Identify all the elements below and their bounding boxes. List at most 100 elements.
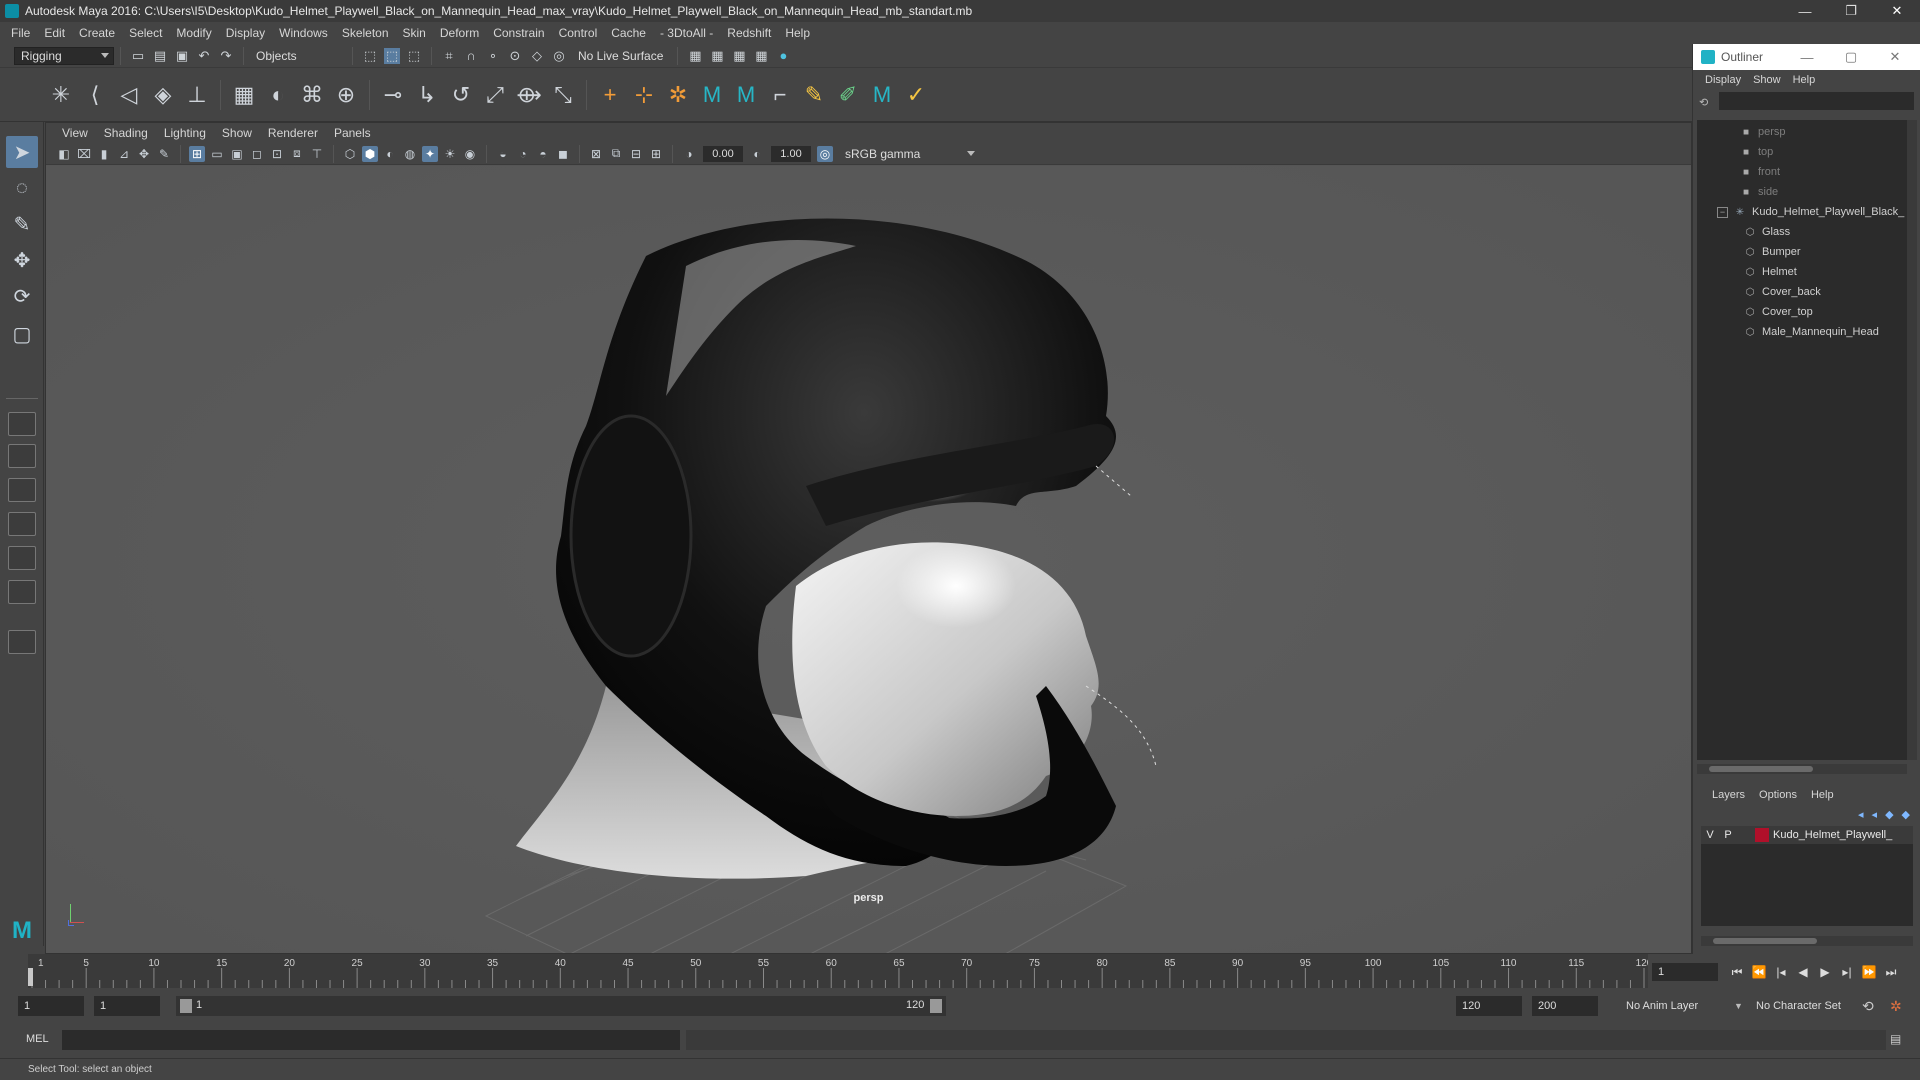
menu-select[interactable]: Select <box>122 26 169 40</box>
save-scene-icon[interactable]: ▣ <box>174 48 190 64</box>
move-tool-icon[interactable]: ✥ <box>6 244 38 276</box>
go-to-start-icon[interactable]: ⏮ <box>1726 962 1748 982</box>
command-language-label[interactable]: MEL <box>26 1033 49 1045</box>
auto-key-icon[interactable]: ⟲ <box>1862 998 1874 1015</box>
textured-icon[interactable]: ◍ <box>402 146 418 162</box>
gamma-icon[interactable]: ◐ <box>749 146 765 162</box>
field-chart-icon[interactable]: ⊡ <box>269 146 285 162</box>
hik-control-icon[interactable]: M <box>868 81 896 109</box>
render-view-icon[interactable]: ▦ <box>687 48 703 64</box>
gamma-field[interactable]: 1.00 <box>771 145 811 162</box>
exposure-icon[interactable]: ◑ <box>681 146 697 162</box>
color-space-dropdown[interactable]: sRGB gamma <box>839 145 979 162</box>
lattice-icon[interactable]: ⌘ <box>298 81 326 109</box>
xray-icon[interactable]: ⊠ <box>588 146 604 162</box>
new-scene-icon[interactable]: ▭ <box>130 48 146 64</box>
step-back-key-icon[interactable]: ⏪ <box>1748 962 1770 982</box>
scale-tool-icon[interactable]: ▢ <box>6 318 38 350</box>
scale-constraint-icon[interactable]: ⤢ <box>481 81 509 109</box>
depth-of-field-icon[interactable]: ◓ <box>535 146 551 162</box>
hud-icon[interactable]: ⊞ <box>648 146 664 162</box>
scrollbar-thumb[interactable] <box>1713 938 1817 944</box>
outliner-item-bumper[interactable]: ⬡ Bumper <box>1697 242 1907 262</box>
gate-mask-icon[interactable]: ◻ <box>249 146 265 162</box>
outliner-menu-display[interactable]: Display <box>1699 74 1747 86</box>
step-forward-key-icon[interactable]: ⏩ <box>1858 962 1880 982</box>
outliner-item-front[interactable]: ■ front <box>1697 162 1907 182</box>
menu-set-dropdown[interactable]: Rigging <box>14 46 114 65</box>
parent-constraint-icon[interactable]: ⟴ <box>515 81 543 109</box>
move-layer-down-icon[interactable]: ◂ <box>1872 808 1878 821</box>
close-button[interactable]: ✕ <box>1874 0 1920 22</box>
undo-icon[interactable]: ↶ <box>196 48 212 64</box>
layer-playback-toggle[interactable]: P <box>1719 829 1737 841</box>
joint-tool-icon[interactable]: ✳ <box>47 81 75 109</box>
outliner-menu-show[interactable]: Show <box>1747 74 1787 86</box>
menu-3dtoall[interactable]: - 3DtoAll - <box>653 26 720 40</box>
snap-point-icon[interactable]: ∘ <box>485 48 501 64</box>
menu-edit[interactable]: Edit <box>37 26 72 40</box>
menu-display[interactable]: Display <box>219 26 272 40</box>
new-layer-selected-icon[interactable]: ◆ <box>1902 808 1910 821</box>
outliner-vertical-scrollbar[interactable] <box>1907 120 1917 760</box>
lasso-tool-icon[interactable]: ◌ <box>6 172 38 204</box>
snap-surface-icon[interactable]: ◇ <box>529 48 545 64</box>
outliner-search-input[interactable] <box>1719 92 1914 110</box>
ik-handle-icon[interactable]: ⊥ <box>183 81 211 109</box>
menu-cache[interactable]: Cache <box>604 26 653 40</box>
open-scene-icon[interactable]: ▤ <box>152 48 168 64</box>
camera-icon[interactable]: ◧ <box>56 146 72 162</box>
layers-menu-layers[interactable]: Layers <box>1705 789 1752 801</box>
grease-pencil-icon[interactable]: ✎ <box>156 146 172 162</box>
make-live-icon[interactable]: ◎ <box>551 48 567 64</box>
viewport-canvas[interactable] <box>46 166 1691 953</box>
step-forward-frame-icon[interactable]: ▸| <box>1836 962 1858 982</box>
rotate-tool-icon[interactable]: ⟳ <box>6 280 38 312</box>
outliner-menu-help[interactable]: Help <box>1787 74 1822 86</box>
menu-skin[interactable]: Skin <box>396 26 433 40</box>
outliner-item-helmet[interactable]: ⬡ Helmet <box>1697 262 1907 282</box>
outliner-item-group[interactable]: − ✳ Kudo_Helmet_Playwell_Black_ <box>1697 202 1907 222</box>
paint-select-icon[interactable]: ✎ <box>6 208 38 240</box>
layers-menu-options[interactable]: Options <box>1752 789 1804 801</box>
locator-icon[interactable]: + <box>596 81 624 109</box>
wireframe-on-shaded-icon[interactable]: ◐ <box>382 146 398 162</box>
current-frame-field[interactable]: 1 <box>1652 963 1718 981</box>
outliner-item-cover-back[interactable]: ⬡ Cover_back <box>1697 282 1907 302</box>
orient-joint-icon[interactable]: ◈ <box>149 81 177 109</box>
camera-lock-icon[interactable]: ⌧ <box>76 146 92 162</box>
animation-end-field[interactable]: 200 <box>1532 996 1598 1016</box>
range-end-handle[interactable] <box>930 999 942 1013</box>
vp-menu-show[interactable]: Show <box>214 126 260 140</box>
layer-color-swatch[interactable] <box>1755 828 1769 842</box>
safe-action-icon[interactable]: ⧈ <box>289 146 305 162</box>
go-to-end-icon[interactable]: ⏭ <box>1880 962 1902 982</box>
outliner-minimize-button[interactable]: — <box>1785 44 1829 70</box>
layout-four-icon[interactable] <box>8 444 36 468</box>
time-slider-track[interactable]: 1 5 10 15 20 25 30 35 40 45 50 55 60 65 70 75 80 85 90 95 10… <box>28 954 1653 988</box>
chevron-down-icon[interactable]: ▼ <box>1734 1001 1743 1011</box>
layout-custom-icon[interactable] <box>8 630 36 654</box>
range-slider-bar[interactable]: 1 120 <box>176 996 946 1016</box>
layout-single-icon[interactable] <box>8 412 36 436</box>
outliner-item-top[interactable]: ■ top <box>1697 142 1907 162</box>
outliner-item-mannequin-head[interactable]: ⬡ Male_Mannequin_Head <box>1697 322 1907 342</box>
check-icon[interactable]: ✓ <box>902 81 930 109</box>
cluster-icon[interactable]: ⊕ <box>332 81 360 109</box>
outliner-horizontal-scrollbar[interactable] <box>1697 764 1907 774</box>
outliner-filter-icon[interactable]: ⟲ <box>1699 96 1713 110</box>
range-start-handle[interactable] <box>180 999 192 1013</box>
select-object-icon[interactable]: ⬚ <box>384 47 400 64</box>
redo-icon[interactable]: ↷ <box>218 48 234 64</box>
play-forward-icon[interactable]: ▶ <box>1814 962 1836 982</box>
command-input[interactable] <box>62 1030 680 1050</box>
wireframe-icon[interactable]: ⬡ <box>342 146 358 162</box>
xray-components-icon[interactable]: ⊟ <box>628 146 644 162</box>
render-settings-icon[interactable]: ▦ <box>753 48 769 64</box>
safe-title-icon[interactable]: ⊤ <box>309 146 325 162</box>
move-layer-up-icon[interactable]: ◂ <box>1858 808 1864 821</box>
menu-redshift[interactable]: Redshift <box>720 26 778 40</box>
layout-persp-icon[interactable] <box>8 580 36 604</box>
grid-icon[interactable]: ⊞ <box>189 145 205 162</box>
outliner-maximize-button[interactable]: ▢ <box>1829 44 1873 70</box>
